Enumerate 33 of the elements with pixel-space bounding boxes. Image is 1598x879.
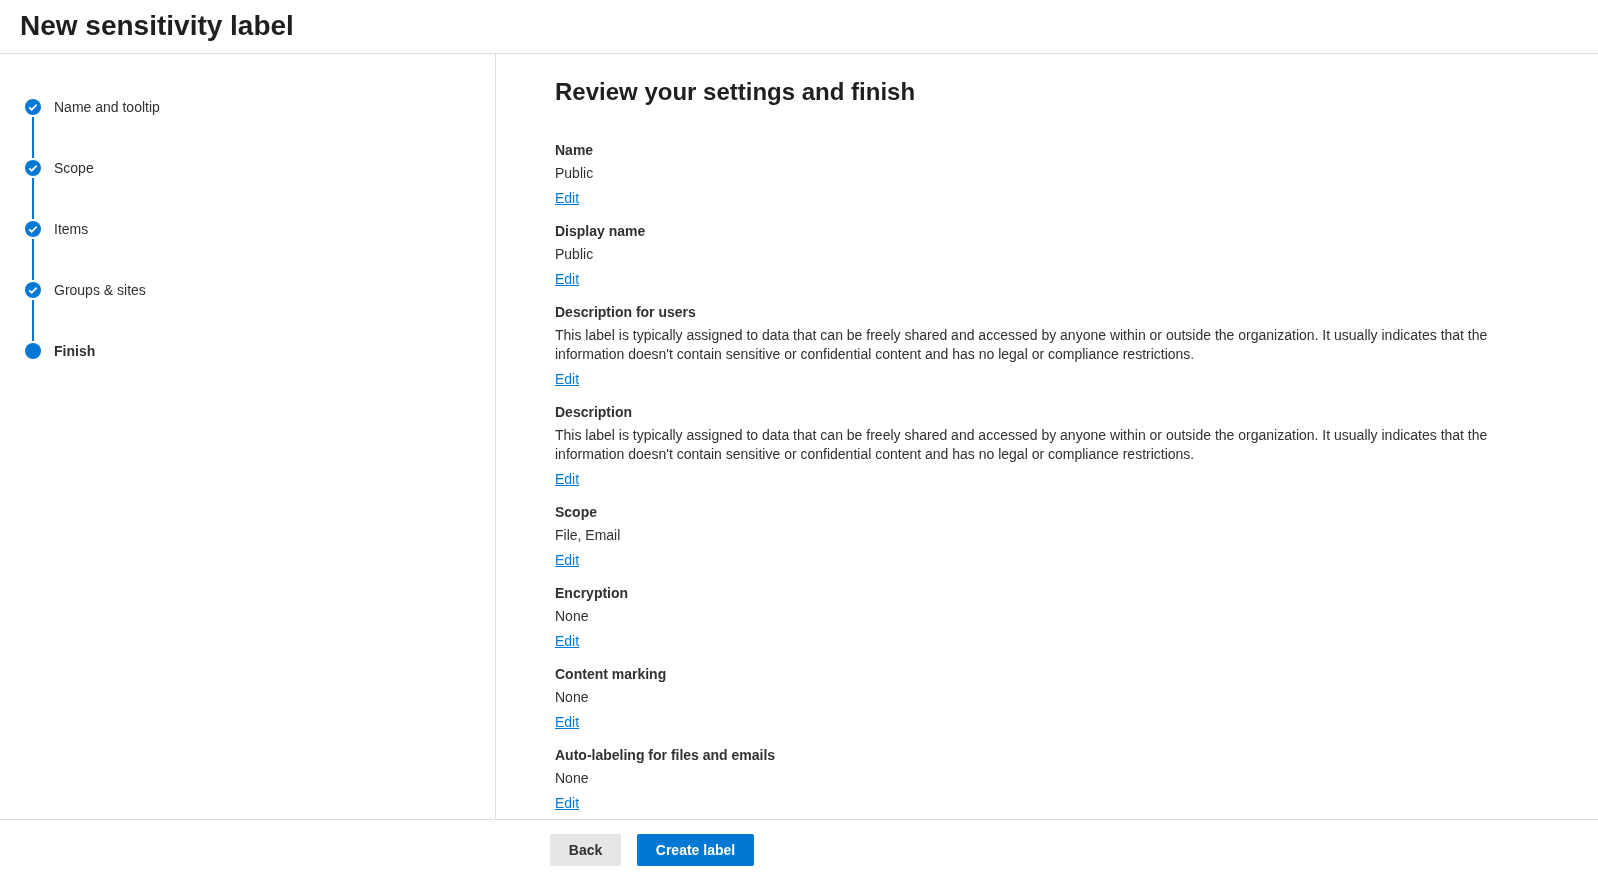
step-label: Scope: [54, 160, 94, 176]
section-heading: Encryption: [555, 584, 629, 603]
step-label: Items: [54, 221, 89, 237]
edit-link[interactable]: Edit: [555, 791, 580, 815]
back-button[interactable]: Back: [550, 833, 621, 866]
page-title: New sensitivity label: [20, 10, 294, 42]
edit-link[interactable]: Edit: [555, 467, 580, 491]
edit-link[interactable]: Edit: [555, 267, 580, 291]
section-heading: Content marking: [555, 665, 667, 684]
step-label: Groups & sites: [54, 282, 146, 298]
edit-link[interactable]: Edit: [555, 367, 580, 391]
section-value: File, Email: [555, 526, 621, 545]
section-value: None: [555, 688, 589, 707]
step-label: Finish: [54, 343, 96, 359]
section-value: Public: [555, 245, 594, 264]
create-label-button[interactable]: Create label: [637, 833, 754, 866]
section-heading: Display name: [555, 222, 646, 241]
section-heading: Scope: [555, 503, 597, 522]
section-heading: Name: [555, 141, 594, 160]
section-value: This label is typically assigned to data that can be freely shared and accessed by anyone within or outside the organization. It usually indicates that the information doesn't contain sensitive or confidential content and has no legal or compliance restrictions.: [555, 326, 1489, 364]
step-label: Name and tooltip: [54, 99, 160, 115]
edit-link[interactable]: Edit: [555, 548, 580, 572]
section-value: None: [555, 769, 589, 788]
review-title: Review your settings and finish: [555, 77, 916, 107]
section-heading: Auto-labeling for files and emails: [555, 746, 776, 765]
edit-link[interactable]: Edit: [555, 710, 580, 734]
section-heading: Description for users: [555, 303, 696, 322]
section-value: Public: [555, 164, 594, 183]
section-heading: Description: [555, 403, 632, 422]
edit-link[interactable]: Edit: [555, 186, 580, 210]
section-value: None: [555, 607, 589, 626]
edit-link[interactable]: Edit: [555, 629, 580, 653]
section-value: This label is typically assigned to data that can be freely shared and accessed by anyone within or outside the organization. It usually indicates that the information doesn't contain sensitive or confidential content and has no legal or compliance restrictions.: [555, 426, 1489, 464]
